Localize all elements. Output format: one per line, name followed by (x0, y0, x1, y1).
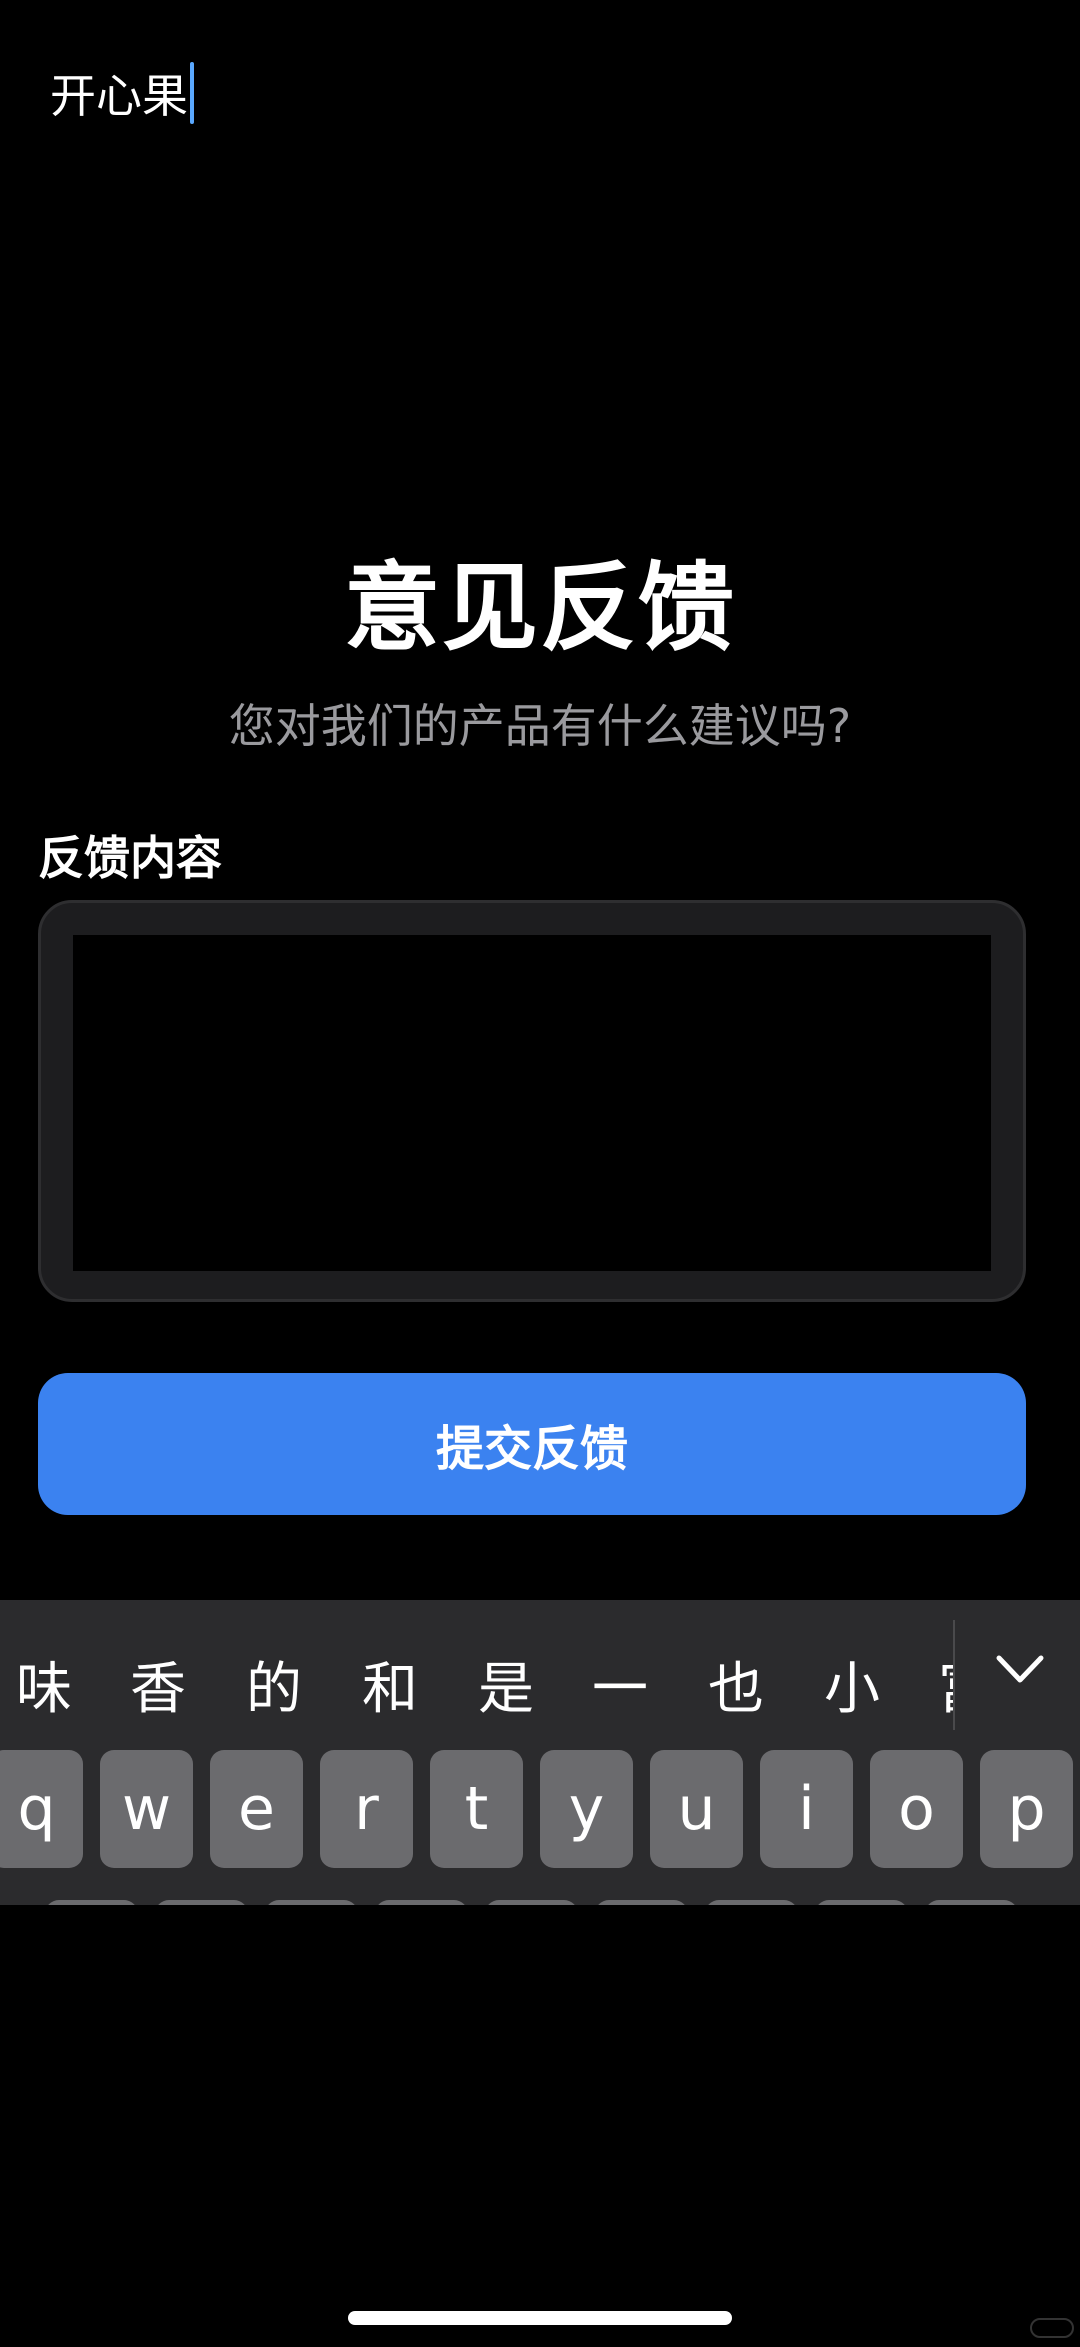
submit-feedback-button[interactable]: 提交反馈 (38, 1373, 1026, 1515)
candidate-bar: 味 香 的 和 是 一 也 小 富 (0, 1600, 1080, 1750)
key-u[interactable]: u (650, 1750, 743, 1868)
page-subtitle: 您对我们的产品有什么建议吗? (228, 699, 852, 753)
candidate-item[interactable]: 和 (362, 1644, 418, 1725)
key-e[interactable]: e (210, 1750, 303, 1868)
page-title: 意见反馈 (344, 552, 736, 664)
feedback-textarea-value-wrap[interactable]: 开心果 (50, 60, 194, 126)
home-indicator[interactable] (348, 2311, 732, 2325)
key-i[interactable]: i (760, 1750, 853, 1868)
watermark-badge (1030, 2318, 1074, 2338)
candidate-item[interactable]: 是 (478, 1644, 534, 1725)
key-r[interactable]: r (320, 1750, 413, 1868)
candidate-list: 味 香 的 和 是 一 也 小 富 (0, 1600, 955, 1750)
chevron-down-icon[interactable] (995, 1650, 1045, 1690)
key-w[interactable]: w (100, 1750, 193, 1868)
feedback-textarea-value: 开心果 (50, 69, 188, 123)
keyboard-key[interactable] (595, 1900, 688, 1905)
candidate-item[interactable]: 的 (246, 1644, 302, 1725)
keyboard-key[interactable] (155, 1900, 248, 1905)
keyboard: 味 香 的 和 是 一 也 小 富 q w e r t y u i o p (0, 1600, 1080, 1905)
key-t[interactable]: t (430, 1750, 523, 1868)
keyboard-key[interactable] (925, 1900, 1018, 1905)
keyboard-key[interactable] (45, 1900, 138, 1905)
feedback-textarea-frame[interactable] (38, 900, 1026, 1302)
candidate-item[interactable]: 也 (708, 1644, 764, 1725)
key-o[interactable]: o (870, 1750, 963, 1868)
text-caret (190, 62, 194, 124)
feedback-content-label: 反馈内容 (38, 831, 222, 885)
keyboard-key[interactable] (265, 1900, 358, 1905)
keyboard-key[interactable] (815, 1900, 908, 1905)
key-q[interactable]: q (0, 1750, 83, 1868)
keyboard-key[interactable] (485, 1900, 578, 1905)
candidate-divider (953, 1620, 955, 1730)
key-p[interactable]: p (980, 1750, 1073, 1868)
keyboard-key[interactable] (375, 1900, 468, 1905)
feedback-textarea[interactable] (73, 935, 991, 1271)
candidate-item[interactable]: 一 (592, 1644, 648, 1725)
keyboard-key[interactable] (705, 1900, 798, 1905)
candidate-item[interactable]: 小 (824, 1644, 880, 1725)
candidate-item[interactable]: 香 (130, 1644, 186, 1725)
candidate-item[interactable]: 味 (16, 1644, 72, 1725)
key-y[interactable]: y (540, 1750, 633, 1868)
